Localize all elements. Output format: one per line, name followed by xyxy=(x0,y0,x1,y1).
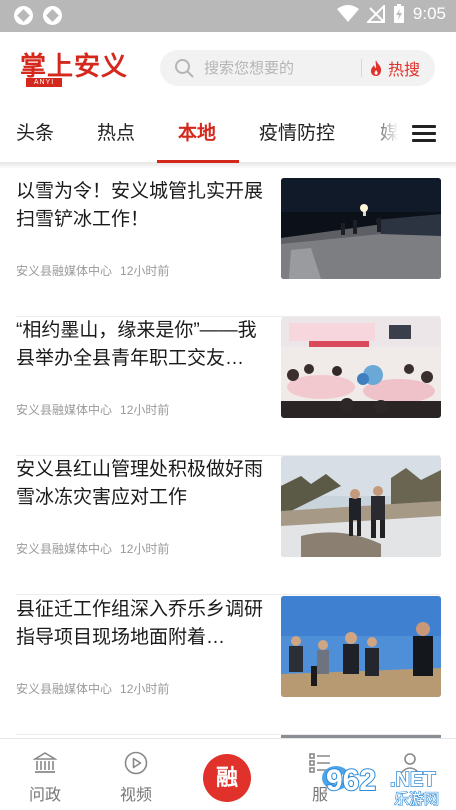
news-title: 安义县红山管理处积极做好雨雪冰冻灾害应对工作 xyxy=(16,459,264,508)
notification-icon xyxy=(14,6,33,25)
channel-menu-icon[interactable] xyxy=(412,124,438,144)
news-time: 12小时前 xyxy=(120,264,170,278)
news-title: 以雪为令！安义城管扎实开展扫雪铲冰工作！ xyxy=(16,181,264,230)
clock: 9:05 xyxy=(412,4,446,23)
search-bar[interactable]: 热搜 xyxy=(160,50,435,86)
hot-search-label: 热搜 xyxy=(388,62,421,79)
news-thumbnail[interactable] xyxy=(281,456,441,557)
svg-text:962: 962 xyxy=(326,764,376,797)
channel-tabs: 头条 热点 本地 疫情防控 媒 xyxy=(0,104,456,163)
svg-text:.NET: .NET xyxy=(390,769,436,791)
tab-epidemic[interactable]: 疫情防控 xyxy=(259,118,335,148)
government-building-icon xyxy=(33,752,57,773)
news-thumbnail[interactable] xyxy=(281,317,441,418)
search-icon xyxy=(175,59,194,78)
hot-search-button[interactable]: 热搜 xyxy=(368,54,430,82)
logo-subtext: ANYI xyxy=(26,78,62,87)
news-time: 12小时前 xyxy=(120,403,170,417)
search-divider xyxy=(361,59,362,77)
divider xyxy=(16,594,440,595)
no-signal-icon xyxy=(366,5,385,23)
news-meta: 安义县融媒体中心 12小时前 xyxy=(16,262,169,279)
nav-label: 问政 xyxy=(28,787,61,804)
news-meta: 安义县融媒体中心 12小时前 xyxy=(16,680,169,697)
news-time: 12小时前 xyxy=(120,542,170,556)
tab-headlines[interactable]: 头条 xyxy=(16,118,54,148)
wifi-icon xyxy=(336,5,359,22)
news-title: 县征迁工作组深入乔乐乡调研指导项目现场地面附着… xyxy=(16,599,264,648)
rong-center-button[interactable]: 融 xyxy=(203,754,251,802)
app-header: 掌上安义 ANYI 热搜 xyxy=(0,32,456,104)
play-circle-icon xyxy=(124,751,148,775)
news-source: 安义县融媒体中心 xyxy=(16,264,113,278)
tabs-shadow xyxy=(0,163,456,169)
nav-label: 视频 xyxy=(119,787,152,804)
notification-icon xyxy=(43,6,62,25)
news-source: 安义县融媒体中心 xyxy=(16,682,113,696)
tab-local[interactable]: 本地 xyxy=(178,118,216,148)
news-thumbnail[interactable] xyxy=(281,178,441,279)
nav-wenzheng[interactable]: 问政 xyxy=(5,739,85,810)
news-thumbnail[interactable] xyxy=(281,596,441,697)
app-logo[interactable]: 掌上安义 ANYI xyxy=(20,52,128,87)
news-source: 安义县融媒体中心 xyxy=(16,542,113,556)
tab-fade xyxy=(370,104,410,162)
news-item[interactable]: 安义县红山管理处积极做好雨雪冰冻灾害应对工作 安义县融媒体中心 12小时前 xyxy=(0,456,456,595)
nav-video[interactable]: 视频 xyxy=(96,739,176,810)
status-bar: 9:05 xyxy=(0,0,456,32)
site-watermark: 962 .NET 乐游网 xyxy=(318,760,450,809)
news-item[interactable]: 以雪为令！安义城管扎实开展扫雪铲冰工作！ 安义县融媒体中心 12小时前 xyxy=(0,178,456,317)
news-title: “相约墨山，缘来是你”——我县举办全县青年职工交友… xyxy=(16,320,257,369)
battery-charging-icon xyxy=(393,4,404,23)
news-item[interactable]: 县征迁工作组深入乔乐乡调研指导项目现场地面附着… 安义县融媒体中心 12小时前 xyxy=(0,596,456,735)
news-time: 12小时前 xyxy=(120,682,170,696)
news-meta: 安义县融媒体中心 12小时前 xyxy=(16,401,169,418)
search-input[interactable] xyxy=(204,56,354,80)
news-meta: 安义县融媒体中心 12小时前 xyxy=(16,540,169,557)
news-item[interactable]: “相约墨山，缘来是你”——我县举办全县青年职工交友… 安义县融媒体中心 12小时前 xyxy=(0,317,456,456)
news-source: 安义县融媒体中心 xyxy=(16,403,113,417)
tab-hot[interactable]: 热点 xyxy=(97,118,135,148)
svg-text:乐游网: 乐游网 xyxy=(394,790,439,806)
flame-icon xyxy=(371,60,382,76)
